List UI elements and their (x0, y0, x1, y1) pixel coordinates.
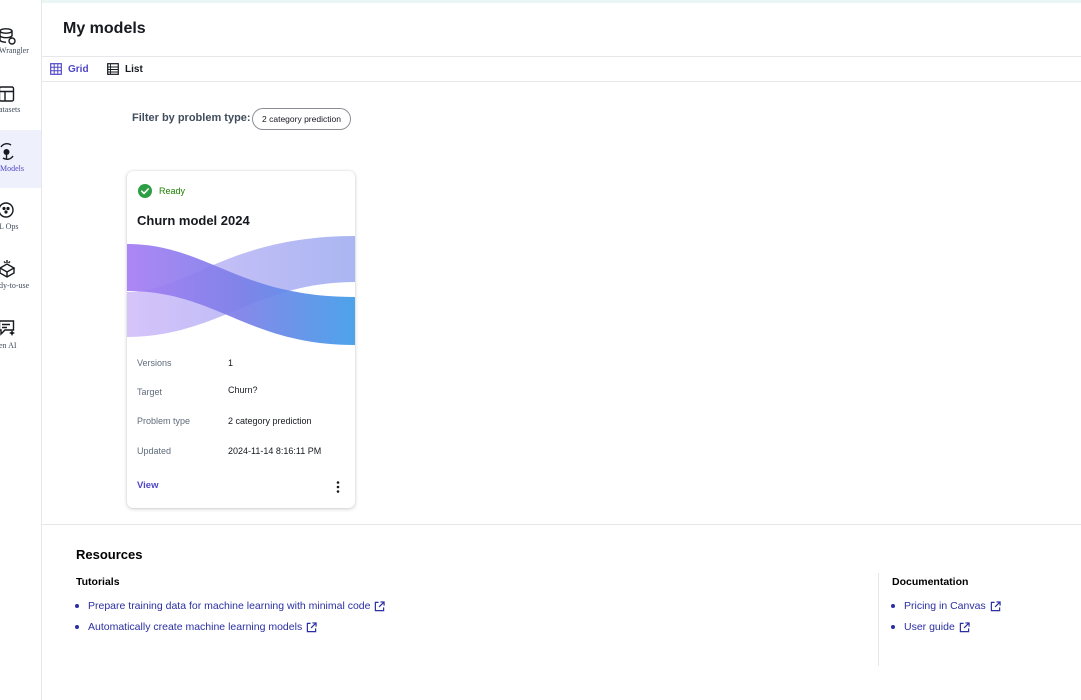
tutorial-link-auto-create[interactable]: Automatically create machine learning mo… (75, 621, 317, 633)
datasets-icon (0, 86, 15, 102)
ml-ops-icon (0, 202, 14, 218)
model-card-illustration (127, 236, 355, 345)
toolbar-divider (42, 81, 1081, 82)
problem-type-value: 2 category prediction (228, 416, 312, 426)
sidebar-item-gen-ai[interactable]: en AI (0, 316, 41, 374)
grid-view-button[interactable]: Grid (50, 61, 89, 77)
status-text: Ready (159, 186, 186, 196)
tutorial-link-prepare-data[interactable]: Prepare training data for machine learni… (75, 600, 386, 612)
target-label: Target (137, 387, 163, 397)
problem-type-label: Problem type (137, 416, 191, 426)
list-icon (107, 63, 119, 75)
external-link-icon (375, 600, 386, 611)
sidebar-item-ml-ops[interactable]: L Ops (0, 196, 41, 254)
sidebar-item-ready-to-use[interactable]: dy-to-use (0, 256, 41, 314)
external-link-icon (306, 621, 317, 632)
grid-view-label: Grid (68, 63, 89, 75)
updated-value: 2024-11-14 8:16:11 PM (228, 446, 322, 456)
list-view-label: List (125, 63, 143, 75)
sidebar-item-label: en AI (0, 341, 17, 350)
versions-label: Versions (137, 358, 172, 368)
target-value: Churn? (228, 385, 258, 395)
doc-link-pricing[interactable]: Pricing in Canvas (891, 600, 1001, 612)
resources-divider (42, 524, 1081, 525)
data-wrangler-icon (0, 28, 16, 45)
status-badge: Ready (138, 184, 185, 198)
check-circle-icon (138, 184, 152, 198)
external-link-icon (990, 600, 1001, 611)
grid-icon (50, 63, 62, 75)
tutorials-heading: Tutorials (76, 576, 120, 588)
sidebar-item-label: dy-to-use (0, 281, 30, 290)
bullet (891, 625, 895, 629)
versions-value: 1 (228, 358, 234, 368)
documentation-divider (878, 573, 879, 666)
sidebar-item-label: L Ops (0, 222, 19, 231)
documentation-heading: Documentation (892, 576, 969, 588)
sidebar-item-label: Wrangler (0, 46, 29, 55)
filter-label: Filter by problem type: (132, 112, 251, 124)
model-card[interactable]: Ready Churn model 2024 Versions 1 Target… (127, 171, 355, 508)
sidebar-item-label: atasets (0, 105, 21, 114)
ready-to-use-icon (0, 260, 16, 278)
bullet (75, 625, 79, 629)
tutorial-link-label: Prepare training data for machine learni… (88, 600, 371, 612)
doc-link-label: Pricing in Canvas (904, 600, 986, 612)
bullet (891, 604, 895, 608)
page-title: My models (63, 20, 146, 37)
tutorial-link-label: Automatically create machine learning mo… (88, 621, 303, 633)
sidebar: Wrangler atasets Models L Ops dy-to-use … (0, 0, 42, 700)
bullet (75, 604, 79, 608)
more-options-icon[interactable] (332, 479, 344, 495)
sidebar-item-label: Models (0, 164, 24, 173)
model-title: Churn model 2024 (137, 213, 250, 228)
top-accent-bar (0, 0, 1081, 3)
problem-type-filter-chip[interactable]: 2 category prediction (252, 108, 351, 130)
gen-ai-icon (0, 320, 15, 336)
view-model-link[interactable]: View (137, 480, 158, 491)
doc-link-label: User guide (904, 621, 955, 633)
external-link-icon (959, 621, 970, 632)
header-divider (42, 56, 1081, 57)
list-view-button[interactable]: List (107, 61, 143, 77)
doc-link-user-guide[interactable]: User guide (891, 621, 970, 633)
sidebar-item-models[interactable]: Models (0, 130, 41, 188)
sidebar-item-data-wrangler[interactable]: Wrangler (0, 22, 41, 80)
models-icon (0, 143, 14, 160)
updated-label: Updated (137, 446, 172, 456)
resources-title: Resources (76, 547, 143, 562)
